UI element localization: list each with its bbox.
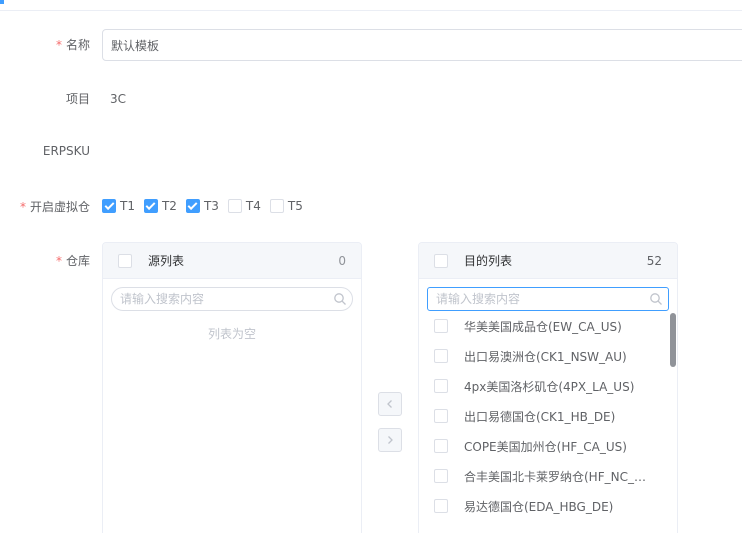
source-panel-header: 源列表 0 [103,243,361,279]
search-icon [650,293,662,305]
target-list: 华美美国成品仓(EW_CA_US) 出口易澳洲仓(CK1_NSW_AU) 4px… [419,311,677,533]
checkbox-unchecked-icon[interactable] [434,349,448,363]
project-label: 项目 [65,92,90,106]
checkbox-checked-icon[interactable] [185,199,200,213]
list-item[interactable]: 合丰美国北卡莱罗纳仓(HF_NC_U... [419,461,677,491]
list-item[interactable]: 出口易德国仓(CK1_HB_DE) [419,401,677,431]
checkbox-t5[interactable]: T5 [269,199,303,213]
target-select-all-checkbox[interactable] [434,253,448,268]
source-search-wrap [111,287,353,311]
target-search-wrap [427,287,669,311]
search-icon [334,293,346,305]
checkbox-unchecked-icon[interactable] [434,379,448,393]
list-item[interactable]: 4px美国洛杉矶仓(4PX_LA_US) [419,371,677,401]
virtual-warehouse-label: * 开启虚拟仓 [19,200,90,214]
name-label: * 名称 [55,38,90,52]
checkbox-t3[interactable]: T3 [185,199,219,213]
transfer-source-panel: 源列表 0 列表为空 [102,242,362,533]
list-item[interactable]: COPE美国加州仓(HF_CA_US) [419,431,677,461]
top-accent-bar [0,0,4,4]
list-item[interactable]: 华美美国成品仓(EW_CA_US) [419,311,677,341]
target-list-scrollbar[interactable] [670,313,676,367]
target-panel-header: 目的列表 52 [419,243,677,279]
list-item[interactable]: 出口易澳洲仓(CK1_NSW_AU) [419,341,677,371]
source-empty-text: 列表为空 [207,327,256,341]
checkbox-checked-icon[interactable] [102,199,116,213]
chevron-right-icon [388,436,393,444]
target-panel-title: 目的列表 [464,254,513,268]
source-select-all-checkbox[interactable] [118,253,132,268]
source-panel-title: 源列表 [148,254,185,268]
list-item[interactable]: 易达德国仓(EDA_HBG_DE) [419,491,677,521]
checkbox-unchecked-icon[interactable] [434,409,448,423]
source-panel-count: 0 [338,253,346,268]
project-value: 3C [110,92,127,106]
move-to-source-button[interactable] [378,392,402,416]
checkbox-unchecked-icon[interactable] [434,439,448,453]
checkbox-unchecked-icon[interactable] [434,319,448,333]
name-input[interactable] [102,29,742,61]
required-mark: * [55,38,62,52]
checkbox-t4[interactable]: T4 [227,199,261,213]
chevron-left-icon [387,400,392,408]
required-mark: * [19,200,26,214]
source-search-input[interactable] [111,287,353,311]
required-mark: * [55,254,62,268]
checkbox-t1[interactable]: T1 [102,199,135,213]
checkbox-unchecked-icon[interactable] [227,199,242,213]
virtual-options-group: T1 T2 T3 T4 T5 [102,197,312,215]
erpsku-label: ERPSKU [42,144,90,158]
checkbox-unchecked-icon[interactable] [434,469,448,483]
checkbox-checked-icon[interactable] [143,199,158,213]
move-to-target-button[interactable] [378,428,402,452]
checkbox-unchecked-icon[interactable] [269,199,284,213]
top-divider [0,10,742,11]
checkbox-unchecked-icon[interactable] [434,499,448,513]
target-search-input[interactable] [427,287,669,311]
warehouse-label: * 仓库 [55,254,90,268]
target-panel-count: 52 [646,253,662,268]
checkbox-t2[interactable]: T2 [143,199,177,213]
transfer-target-panel: 目的列表 52 华美美国成品仓(EW_CA_US) 出口易澳洲仓(CK1_NSW… [418,242,678,533]
